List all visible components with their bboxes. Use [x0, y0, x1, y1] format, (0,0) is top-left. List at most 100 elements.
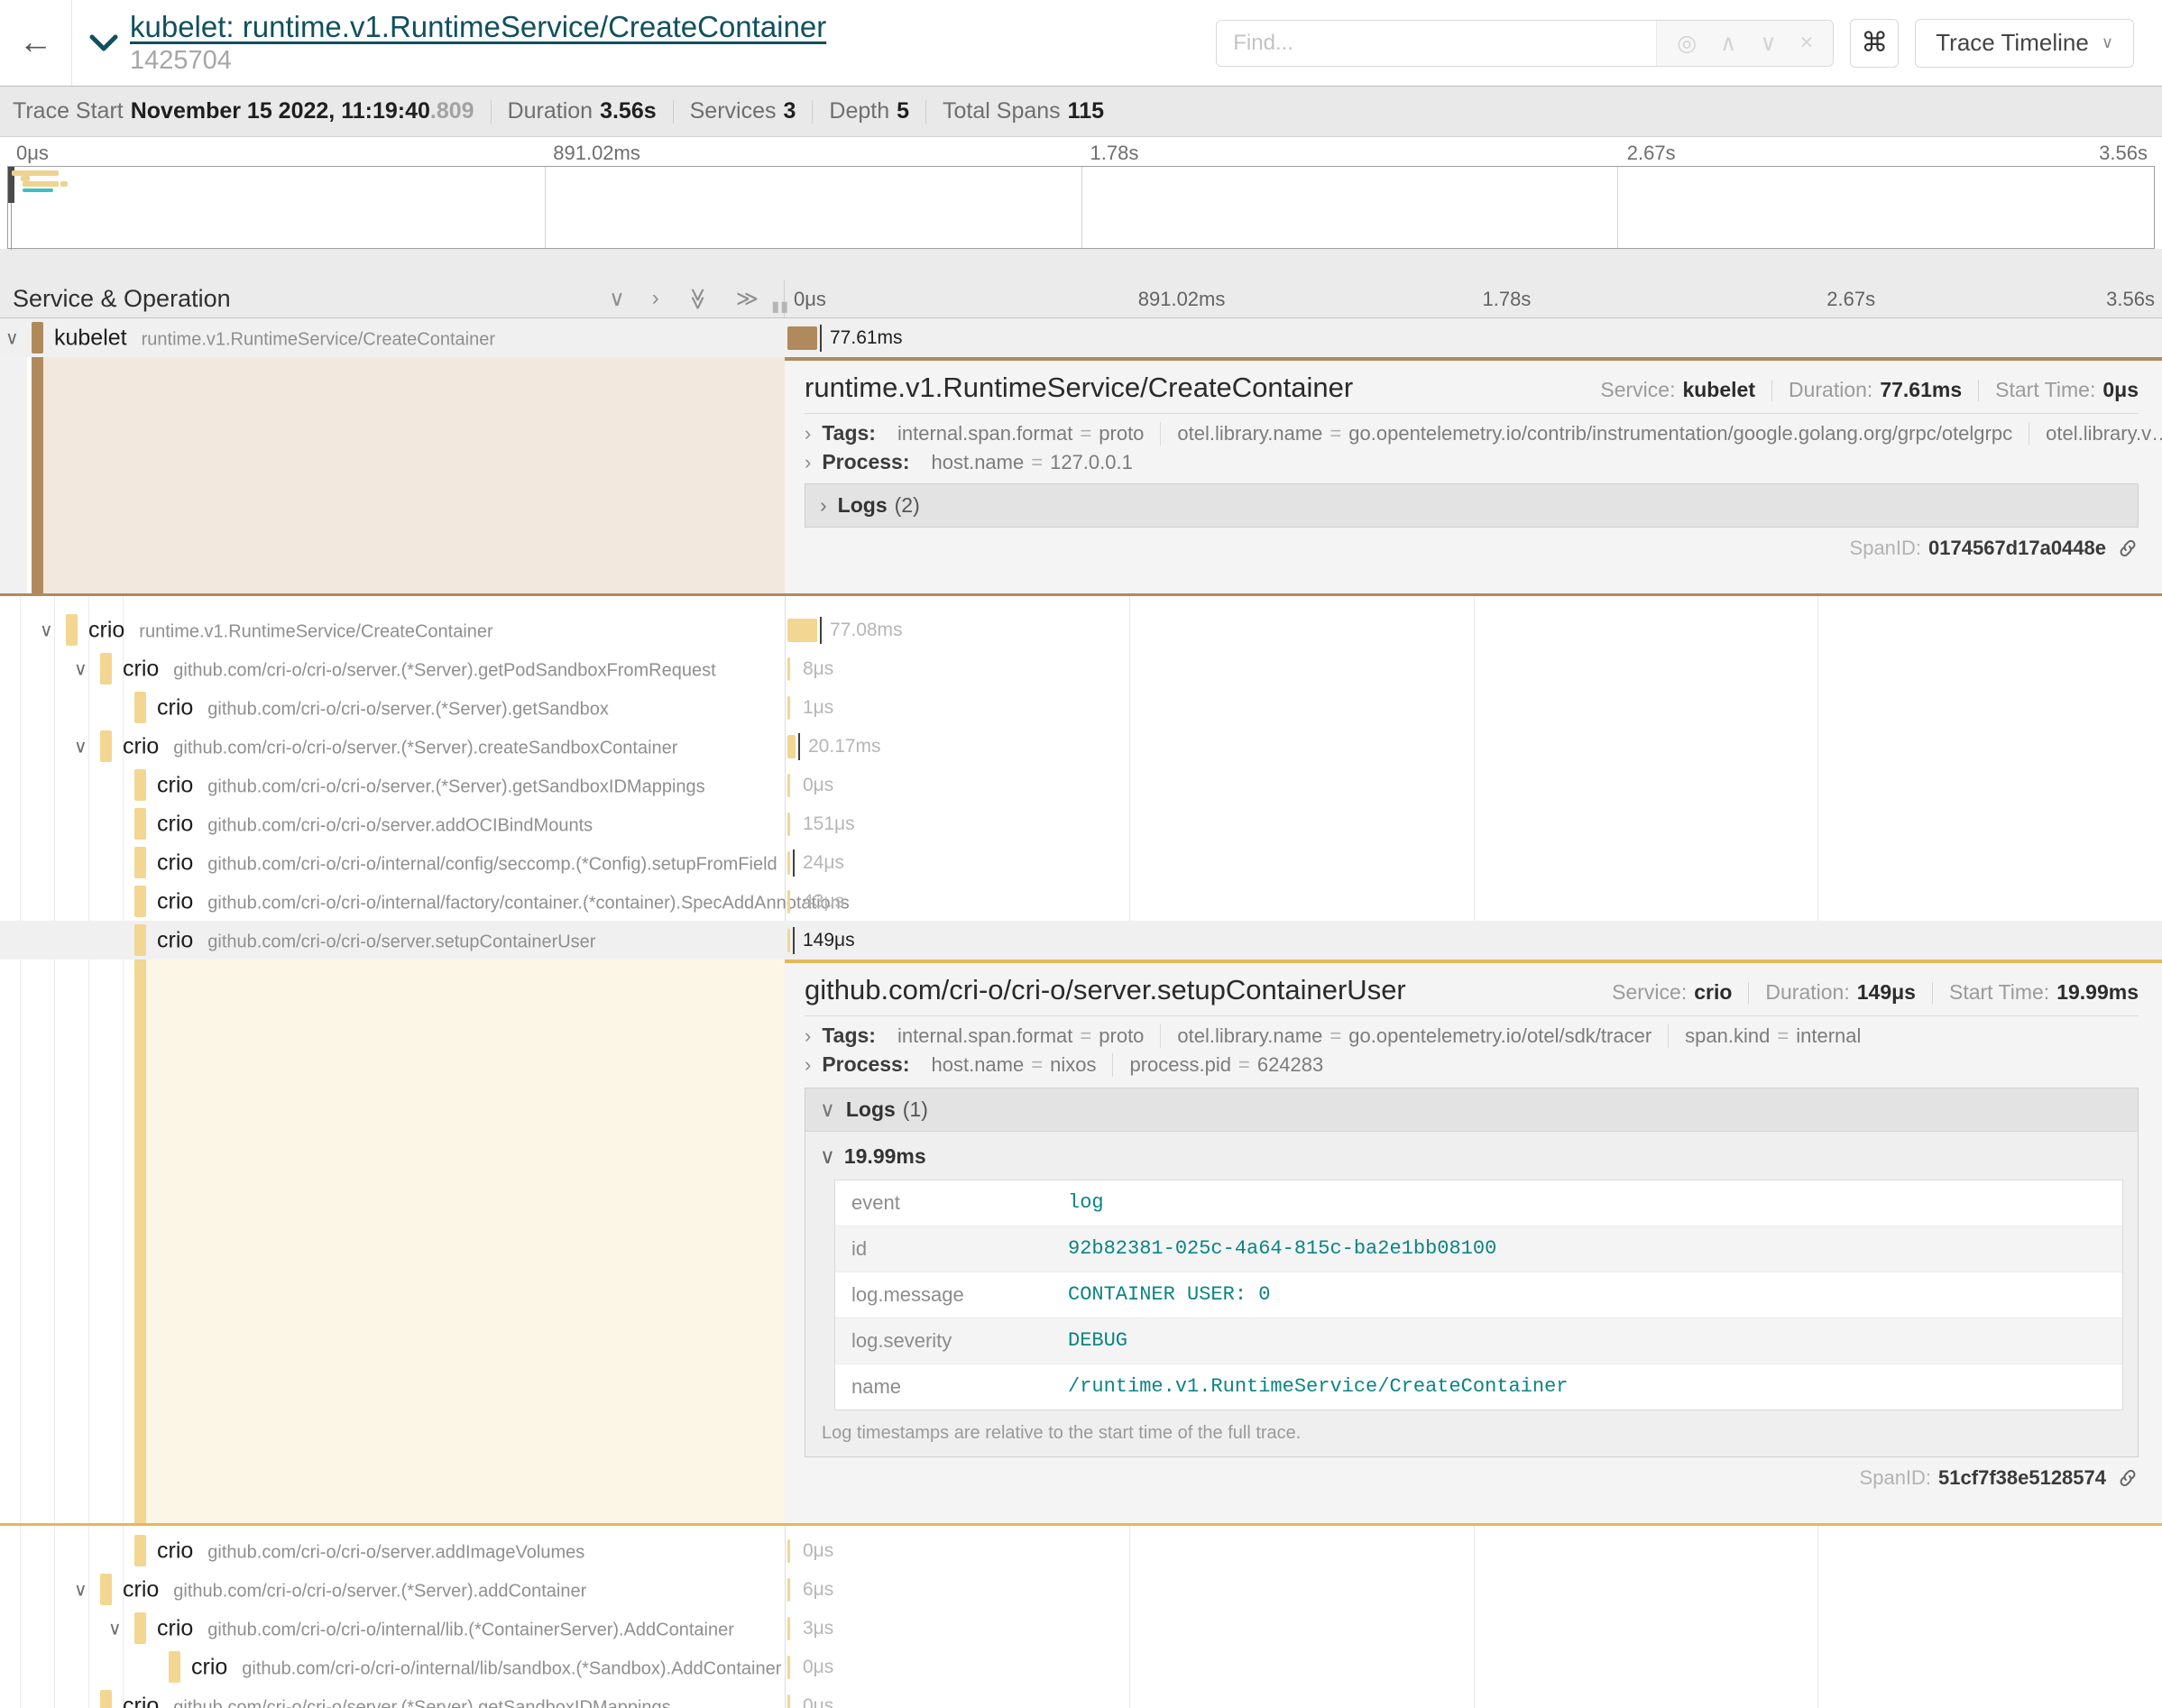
span-timeline-cell[interactable]: 0μs	[785, 1531, 2162, 1570]
span-duration-label: 149μs	[803, 930, 855, 951]
log-field-value: /runtime.v1.RuntimeService/CreateContain…	[1068, 1375, 1569, 1399]
span-name-cell[interactable]: criogithub.com/cri-o/cri-o/server.(*Serv…	[0, 1686, 785, 1708]
span-duration-bar[interactable]	[787, 619, 817, 642]
span-name-cell[interactable]: criogithub.com/cri-o/cri-o/internal/lib/…	[0, 1648, 785, 1686]
span-name-cell[interactable]: ∨criogithub.com/cri-o/cri-o/server.(*Ser…	[0, 649, 785, 688]
log-field-key: log.message	[851, 1283, 1068, 1307]
process-toggle[interactable]: › Process: host.name=nixosprocess.pid=62…	[805, 1052, 2139, 1077]
span-timeline-cell[interactable]: 77.08ms	[785, 611, 2162, 649]
duration-label: Duration:	[1789, 378, 1872, 402]
span-timeline-cell[interactable]: 3μs	[785, 1609, 2162, 1648]
clear-search-icon[interactable]: ×	[1800, 30, 1814, 56]
span-row[interactable]: ∨kubeletruntime.v1.RuntimeService/Create…	[0, 318, 2162, 357]
span-name-cell[interactable]: criogithub.com/cri-o/cri-o/internal/conf…	[0, 843, 785, 882]
span-timeline-cell[interactable]: 43μs	[785, 882, 2162, 921]
next-match-icon[interactable]: ∨	[1760, 30, 1776, 57]
tags-toggle[interactable]: › Tags: internal.span.format=protootel.l…	[805, 421, 2139, 445]
summary-divider	[491, 100, 492, 124]
span-duration-bar[interactable]	[787, 890, 790, 914]
process-toggle[interactable]: › Process: host.name=127.0.0.1	[805, 450, 2139, 474]
span-duration-bar[interactable]	[787, 1539, 790, 1563]
span-duration-bar[interactable]	[787, 696, 790, 720]
span-name-cell[interactable]: criogithub.com/cri-o/cri-o/server.addIma…	[0, 1531, 785, 1570]
span-timeline-cell[interactable]: 1μs	[785, 688, 2162, 727]
span-timeline-cell[interactable]: 149μs	[785, 921, 2162, 960]
span-row[interactable]: criogithub.com/cri-o/cri-o/internal/conf…	[0, 843, 2162, 882]
tag-key: internal.span.format	[897, 422, 1072, 445]
collapse-header-chevron-icon[interactable]	[88, 32, 119, 55]
span-row[interactable]: criogithub.com/cri-o/cri-o/server.addOCI…	[0, 804, 2162, 843]
span-duration-bar[interactable]	[787, 1694, 790, 1708]
find-input[interactable]	[1217, 21, 1656, 66]
span-row[interactable]: criogithub.com/cri-o/cri-o/server.setupC…	[0, 921, 2162, 960]
collapse-chevron-icon[interactable]: ∨	[74, 657, 87, 680]
span-duration-bar[interactable]	[787, 657, 790, 681]
collapse-chevron-icon[interactable]: ∨	[40, 619, 53, 641]
expand-one-icon[interactable]: ›	[652, 286, 659, 312]
span-duration-bar[interactable]	[787, 1617, 790, 1640]
span-name-cell[interactable]: criogithub.com/cri-o/cri-o/server.(*Serv…	[0, 766, 785, 804]
span-row[interactable]: criogithub.com/cri-o/cri-o/internal/lib/…	[0, 1648, 2162, 1686]
tags-toggle[interactable]: › Tags: internal.span.format=protootel.l…	[805, 1024, 2139, 1048]
span-row[interactable]: ∨criogithub.com/cri-o/cri-o/server.(*Ser…	[0, 727, 2162, 766]
span-timeline-cell[interactable]: 0μs	[785, 1648, 2162, 1686]
span-row[interactable]: criogithub.com/cri-o/cri-o/server.addIma…	[0, 1531, 2162, 1570]
focus-match-icon[interactable]: ◎	[1677, 30, 1697, 57]
span-duration-bar[interactable]	[787, 1578, 790, 1602]
span-duration-bar[interactable]	[787, 851, 790, 875]
span-row[interactable]: criogithub.com/cri-o/cri-o/internal/fact…	[0, 882, 2162, 921]
span-timeline-cell[interactable]: 20.17ms	[785, 727, 2162, 766]
deep-link-icon[interactable]	[2117, 537, 2139, 559]
span-name-cell[interactable]: ∨crioruntime.v1.RuntimeService/CreateCon…	[0, 611, 785, 649]
trace-title-group: kubelet: runtime.v1.RuntimeService/Creat…	[88, 10, 826, 76]
collapse-all-icon[interactable]: ≫	[685, 288, 711, 310]
span-name-cell[interactable]: criogithub.com/cri-o/cri-o/server.(*Serv…	[0, 688, 785, 727]
span-timeline-cell[interactable]: 24μs	[785, 843, 2162, 882]
span-duration-bar[interactable]	[787, 774, 790, 797]
minimap-canvas[interactable]	[7, 166, 2155, 249]
span-duration-bar[interactable]	[787, 813, 790, 836]
equals-sign: =	[1238, 1053, 1250, 1076]
back-button[interactable]: ←	[0, 0, 72, 86]
collapse-one-icon[interactable]: ∨	[609, 286, 625, 312]
span-timeline-cell[interactable]: 0μs	[785, 1686, 2162, 1708]
span-duration-bar[interactable]	[787, 929, 790, 952]
span-name-cell[interactable]: ∨criogithub.com/cri-o/cri-o/server.(*Ser…	[0, 727, 785, 766]
span-row[interactable]: ∨criogithub.com/cri-o/cri-o/internal/lib…	[0, 1609, 2162, 1648]
span-duration-bar[interactable]	[787, 1656, 790, 1679]
span-row[interactable]: ∨crioruntime.v1.RuntimeService/CreateCon…	[0, 611, 2162, 649]
span-detail-panel-setupcontaineruser: github.com/cri-o/cri-o/server.setupConta…	[0, 960, 2162, 1526]
span-timeline-cell[interactable]: 8μs	[785, 649, 2162, 688]
span-name-cell[interactable]: ∨criogithub.com/cri-o/cri-o/internal/lib…	[0, 1609, 785, 1648]
expand-all-icon[interactable]: ≫	[736, 286, 759, 312]
prev-match-icon[interactable]: ∧	[1720, 30, 1736, 57]
span-timeline-cell[interactable]: 6μs	[785, 1570, 2162, 1609]
collapse-chevron-icon[interactable]: ∨	[74, 735, 87, 758]
log-entry-toggle[interactable]: ∨ 19.99ms	[820, 1144, 2123, 1169]
collapse-chevron-icon[interactable]: ∨	[74, 1578, 87, 1601]
span-row[interactable]: criogithub.com/cri-o/cri-o/server.(*Serv…	[0, 1686, 2162, 1708]
span-duration-bar[interactable]	[787, 735, 796, 758]
span-name-cell[interactable]: criogithub.com/cri-o/cri-o/internal/fact…	[0, 882, 785, 921]
span-row[interactable]: criogithub.com/cri-o/cri-o/server.(*Serv…	[0, 766, 2162, 804]
span-timeline-cell[interactable]: 77.61ms	[785, 318, 2162, 357]
operation-name: github.com/cri-o/cri-o/server.(*Server).…	[173, 1697, 670, 1708]
span-name-cell[interactable]: ∨kubeletruntime.v1.RuntimeService/Create…	[0, 318, 785, 357]
span-name-cell[interactable]: criogithub.com/cri-o/cri-o/server.setupC…	[0, 921, 785, 960]
logs-toggle[interactable]: ∨ Logs (1)	[805, 1088, 2138, 1132]
span-timeline-cell[interactable]: 0μs	[785, 766, 2162, 804]
keyboard-shortcuts-button[interactable]: ⌘	[1850, 19, 1899, 68]
span-row[interactable]: ∨criogithub.com/cri-o/cri-o/server.(*Ser…	[0, 649, 2162, 688]
span-row[interactable]: ∨criogithub.com/cri-o/cri-o/server.(*Ser…	[0, 1570, 2162, 1609]
span-name-cell[interactable]: ∨criogithub.com/cri-o/cri-o/server.(*Ser…	[0, 1570, 785, 1609]
deep-link-icon[interactable]	[2117, 1467, 2139, 1489]
trace-title-link[interactable]: kubelet: runtime.v1.RuntimeService/Creat…	[130, 10, 826, 44]
span-name-cell[interactable]: criogithub.com/cri-o/cri-o/server.addOCI…	[0, 804, 785, 843]
trace-view-dropdown[interactable]: Trace Timeline ∨	[1915, 19, 2134, 68]
collapse-chevron-icon[interactable]: ∨	[108, 1617, 122, 1639]
logs-toggle[interactable]: › Logs (2)	[805, 483, 2139, 528]
span-row[interactable]: criogithub.com/cri-o/cri-o/server.(*Serv…	[0, 688, 2162, 727]
span-timeline-cell[interactable]: 151μs	[785, 804, 2162, 843]
span-duration-bar[interactable]	[787, 326, 817, 350]
collapse-chevron-icon[interactable]: ∨	[5, 326, 19, 349]
